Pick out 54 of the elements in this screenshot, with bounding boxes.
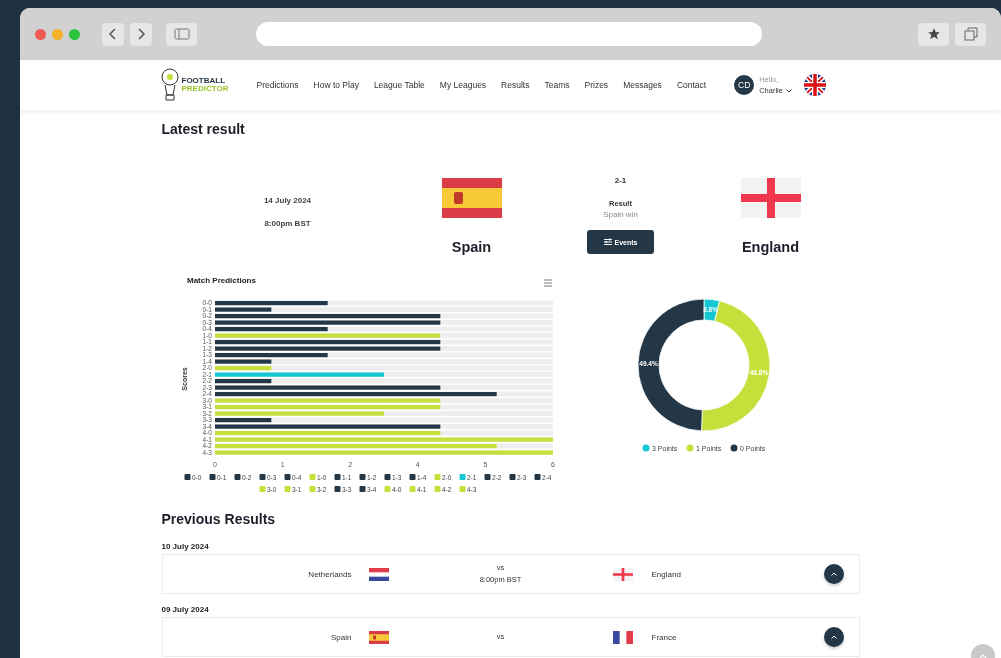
nav-link[interactable]: Results <box>501 80 530 90</box>
flag-icon <box>368 630 389 644</box>
chevron-right-icon <box>136 28 146 40</box>
flag-icon <box>441 178 502 218</box>
union-flag-icon[interactable] <box>803 74 826 96</box>
match-date: 09 July 2024 <box>161 605 210 614</box>
nav-link[interactable]: Teams <box>544 80 570 90</box>
flag-icon <box>368 567 389 581</box>
chevron-up-icon <box>979 653 987 658</box>
bookmark-button[interactable] <box>918 22 949 46</box>
team-name: France <box>651 632 678 642</box>
match-time: 8:00pm BST <box>264 219 311 228</box>
chevron-up-icon <box>830 572 837 576</box>
chevron-up-icon <box>830 635 837 639</box>
match-score: 2-1 <box>614 176 627 185</box>
nav-link[interactable]: My Leagues <box>439 80 487 90</box>
nav-link[interactable]: Predictions <box>256 80 299 90</box>
team-name: Spain <box>330 632 352 642</box>
trophy-icon[interactable] <box>159 68 180 102</box>
nav-link[interactable]: How to Play <box>313 80 359 90</box>
nav-link[interactable]: Contact <box>676 80 707 90</box>
tabs-button[interactable] <box>955 22 986 46</box>
star-icon <box>926 27 941 41</box>
chevron-left-icon <box>108 28 118 40</box>
collapse-button[interactable] <box>823 564 844 584</box>
section-heading: Previous Results <box>161 511 277 529</box>
sidebar-icon <box>173 28 190 40</box>
nav-link[interactable]: Prizes <box>584 80 609 90</box>
match-date: 10 July 2024 <box>161 542 210 551</box>
sliders-icon <box>603 238 612 246</box>
match-date: 14 July 2024 <box>263 196 312 205</box>
nav-link[interactable]: League Table <box>373 80 425 90</box>
flag-icon <box>612 630 633 644</box>
nav-link[interactable]: Messages <box>623 80 662 90</box>
avatar-initials[interactable]: CD <box>734 75 755 95</box>
chevron-down-icon[interactable] <box>785 88 792 93</box>
flag-icon <box>740 178 801 218</box>
tabs-icon <box>963 27 978 41</box>
forward-button[interactable] <box>130 22 152 46</box>
team-name: England <box>651 569 682 579</box>
close-window-icon[interactable] <box>35 28 46 40</box>
logo-text[interactable]: FOOTBALL <box>181 77 229 85</box>
maximize-window-icon[interactable] <box>69 28 80 40</box>
chart-title: Match Predictions <box>186 276 256 285</box>
result-text: Spain win <box>603 210 638 219</box>
flag-icon <box>612 567 633 581</box>
sidebar-button[interactable] <box>166 22 197 46</box>
back-button[interactable] <box>102 22 124 46</box>
team-name: England <box>741 239 800 255</box>
team-name: Spain <box>451 239 492 255</box>
section-heading: Latest result <box>161 121 246 139</box>
chart-menu-icon[interactable] <box>543 279 552 287</box>
team-name: Netherlands <box>307 569 352 579</box>
collapse-button[interactable] <box>823 627 844 647</box>
